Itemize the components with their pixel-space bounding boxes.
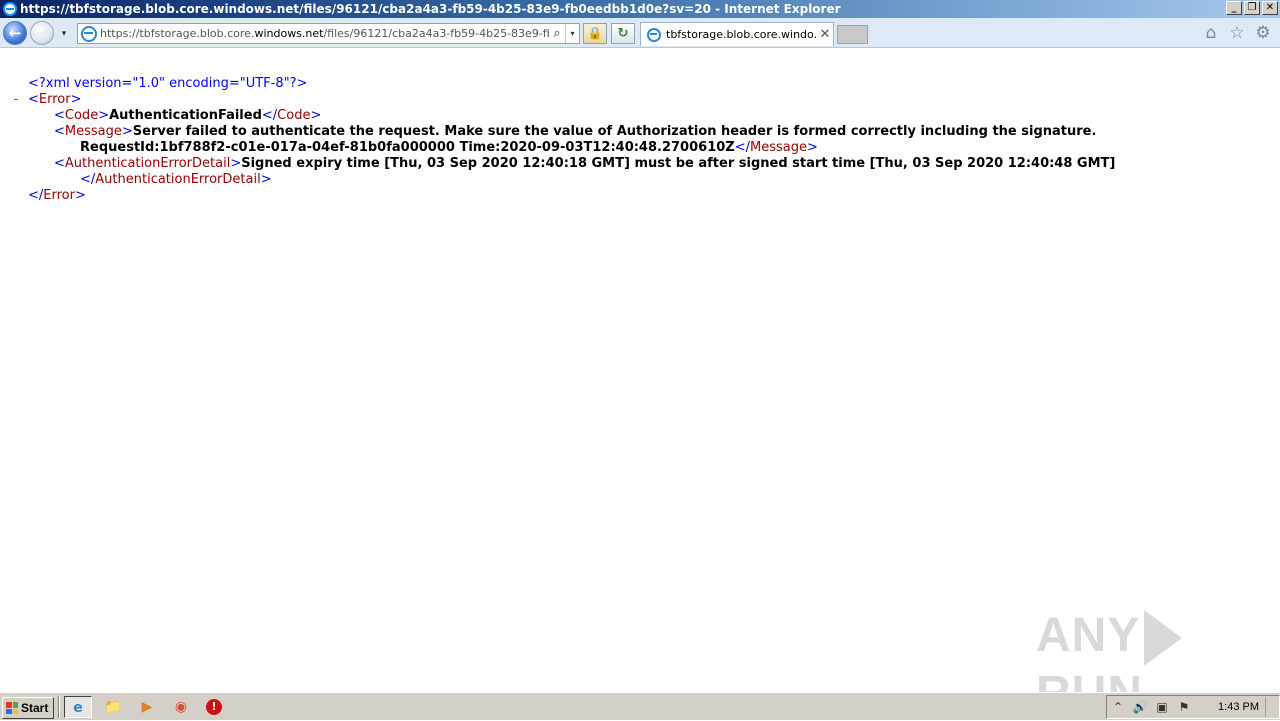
- show-desktop-button[interactable]: [1265, 697, 1279, 717]
- ie-icon[interactable]: e: [64, 696, 92, 718]
- command-icons: ⌂ ☆ ⚙: [1202, 24, 1272, 42]
- bracket-gt: >: [806, 140, 818, 155]
- browser-toolbar: ← → ▾ https://tbfstorage.blob.core.windo…: [0, 18, 1280, 48]
- history-dropdown-icon[interactable]: ▾: [58, 28, 70, 40]
- window-title-bar[interactable]: https://tbfstorage.blob.core.windows.net…: [0, 0, 1280, 18]
- tray-expand-icon[interactable]: ⌃: [1107, 700, 1129, 714]
- logo-quadrant: [12, 702, 18, 708]
- ie-logo-icon: [3, 2, 17, 16]
- bracket-gt: >: [74, 188, 86, 203]
- bracket-gt: >: [260, 172, 272, 187]
- address-suffix: /files/96121/cba2a4a3-fb59-4b25-83e9-fb0…: [323, 27, 549, 40]
- refresh-button[interactable]: ↻: [611, 23, 635, 44]
- error-close-tag: </Error>: [28, 188, 86, 204]
- minimize-button[interactable]: _: [1226, 1, 1242, 15]
- play-icon: [1144, 610, 1183, 667]
- security-icon[interactable]: !: [200, 696, 228, 718]
- logo-quadrant: [6, 708, 12, 714]
- gear-icon[interactable]: ⚙: [1254, 24, 1272, 42]
- bracket-lt: <: [54, 156, 65, 171]
- tab-title: tbfstorage.blob.core.windo...: [666, 28, 817, 41]
- error-open-tag: <Error>: [28, 92, 82, 108]
- watermark-left: ANY: [1036, 609, 1141, 662]
- taskbar: Start e 📁 ▶ ◉ ! ⌃ 🔊 ▣ ⚑ 1:43 PM: [0, 692, 1280, 720]
- bracket-lt: <: [54, 124, 65, 139]
- close-button[interactable]: ✕: [1262, 1, 1278, 15]
- tab-active[interactable]: tbfstorage.blob.core.windo... ✕: [640, 22, 834, 46]
- start-button[interactable]: Start: [2, 697, 54, 719]
- logo-quadrant: [12, 708, 18, 714]
- message-value-line1: Server failed to authenticate the reques…: [132, 124, 1097, 139]
- media-player-icon[interactable]: ▶: [133, 696, 161, 718]
- code-element: <Code>AuthenticationFailed</Code>: [54, 108, 321, 124]
- security-lock-icon[interactable]: 🔒: [583, 23, 607, 44]
- chrome-icon[interactable]: ◉: [167, 696, 195, 718]
- window-title: https://tbfstorage.blob.core.windows.net…: [20, 2, 841, 16]
- tag-name: Error: [43, 188, 75, 203]
- address-dropdown-icon[interactable]: ▾: [565, 24, 579, 43]
- action-center-flag-icon[interactable]: ⚑: [1173, 700, 1195, 714]
- window-controls: _ ❐ ✕: [1226, 1, 1278, 15]
- code-value: AuthenticationFailed: [109, 108, 262, 123]
- bracket-lt-slash: </: [28, 188, 44, 203]
- bracket-lt-slash: </: [261, 108, 278, 123]
- tag-name: Message: [64, 124, 122, 139]
- folder-icon[interactable]: 📁: [99, 696, 127, 718]
- address-host: windows.net: [254, 27, 324, 40]
- bracket-gt: >: [230, 156, 242, 171]
- page-content: <?xml version="1.0" encoding="UTF-8"?> -…: [0, 48, 1280, 692]
- network-icon[interactable]: ▣: [1151, 700, 1173, 714]
- taskbar-separator: [58, 696, 60, 718]
- volume-icon[interactable]: 🔊: [1129, 700, 1151, 714]
- detail-value: Signed expiry time [Thu, 03 Sep 2020 12:…: [241, 156, 1116, 171]
- windows-logo-icon: [6, 702, 18, 714]
- address-prefix: https://tbfstorage.blob.core.: [100, 27, 255, 40]
- search-icon[interactable]: ⌕: [549, 26, 565, 41]
- tag-name: Code: [277, 108, 311, 123]
- address-bar[interactable]: https://tbfstorage.blob.core.windows.net…: [77, 23, 580, 44]
- bracket-gt: >: [310, 108, 322, 123]
- bracket-lt: <: [54, 108, 65, 123]
- logo-quadrant: [6, 702, 12, 708]
- tag-name: AuthenticationErrorDetail: [95, 172, 261, 187]
- alert-badge: !: [206, 699, 222, 715]
- tag-name: Code: [64, 108, 99, 123]
- tab-close-icon[interactable]: ✕: [817, 27, 833, 42]
- bracket-gt: >: [98, 108, 110, 123]
- clock[interactable]: 1:43 PM: [1195, 701, 1265, 713]
- start-label: Start: [21, 701, 49, 715]
- page-favicon-icon: [81, 25, 97, 42]
- favorites-icon[interactable]: ☆: [1228, 24, 1246, 42]
- address-input[interactable]: https://tbfstorage.blob.core.windows.net…: [100, 27, 549, 40]
- home-icon[interactable]: ⌂: [1202, 24, 1220, 42]
- bracket-lt-slash: </: [80, 172, 96, 187]
- detail-element: <AuthenticationErrorDetail>Signed expiry…: [54, 156, 1115, 172]
- tag-name: Message: [750, 140, 807, 155]
- collapse-toggle[interactable]: -: [12, 92, 20, 108]
- tag-name: Error: [38, 92, 71, 107]
- system-tray: ⌃ 🔊 ▣ ⚑ 1:43 PM: [1106, 695, 1280, 719]
- restore-button[interactable]: ❐: [1244, 1, 1260, 15]
- tag-name: AuthenticationErrorDetail: [64, 156, 231, 171]
- bracket-gt: >: [121, 124, 133, 139]
- detail-close-tag: </AuthenticationErrorDetail>: [80, 172, 272, 188]
- tab-favicon-icon: [647, 27, 661, 42]
- message-element: <Message>Server failed to authenticate t…: [54, 124, 1096, 140]
- back-button[interactable]: ←: [3, 21, 27, 45]
- message-value-line2: RequestId:1bf788f2-c01e-017a-04ef-81b0fa…: [80, 140, 735, 155]
- new-tab-button[interactable]: [837, 25, 868, 44]
- message-continuation: RequestId:1bf788f2-c01e-017a-04ef-81b0fa…: [80, 140, 818, 156]
- xml-declaration: <?xml version="1.0" encoding="UTF-8"?>: [28, 76, 308, 91]
- bracket-lt-slash: </: [734, 140, 750, 155]
- forward-button[interactable]: →: [30, 21, 54, 45]
- bracket-lt: <: [28, 92, 39, 107]
- bracket-gt: >: [70, 92, 82, 107]
